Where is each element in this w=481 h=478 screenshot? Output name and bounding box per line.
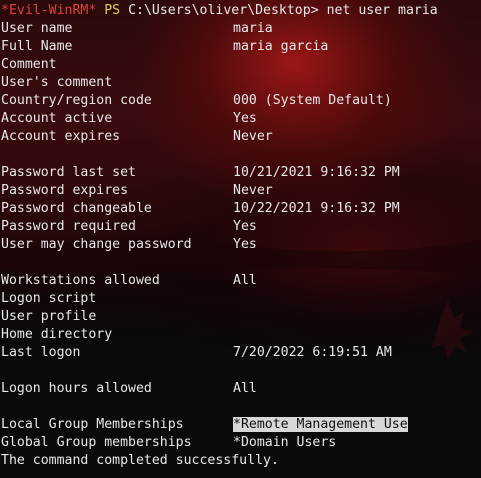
prompt-command[interactable]: net user maria: [327, 3, 438, 18]
output-row: User's comment: [1, 74, 438, 92]
output-row: Password changeable 10/22/2021 9:16:32 PM: [1, 200, 438, 218]
terminal-output: *Evil-WinRM* PS C:\Users\oliver\Desktop>…: [1, 2, 438, 470]
field-label: Home directory: [1, 327, 113, 342]
output-row: Password expires Never: [1, 182, 438, 200]
field-label: Account active: [1, 111, 113, 126]
field-label: User may change password: [1, 237, 192, 252]
field-value: maria garcia: [233, 39, 329, 54]
prompt-ps: PS: [104, 3, 121, 18]
prompt-path: C:\Users\oliver\Desktop>: [128, 3, 319, 18]
output-row: Password last set 10/21/2021 9:16:32 PM: [1, 164, 438, 182]
field-label: Country/region code: [1, 93, 152, 108]
field-value: All: [233, 273, 257, 288]
field-label: Last logon: [1, 345, 81, 360]
field-label: User profile: [1, 309, 97, 324]
field-value: 7/20/2022 6:19:51 AM: [233, 345, 392, 360]
field-label: Logon hours allowed: [1, 381, 152, 396]
output-row: Last logon 7/20/2022 6:19:51 AM: [1, 344, 438, 362]
field-value: Never: [233, 183, 273, 198]
prompt-line: *Evil-WinRM* PS C:\Users\oliver\Desktop>…: [1, 2, 438, 20]
output-row: Country/region code 000 (System Default): [1, 92, 438, 110]
output-row: User name maria: [1, 20, 438, 38]
output-row: Full Name maria garcia: [1, 38, 438, 56]
field-label: Global Group memberships: [1, 435, 192, 450]
output-row: User may change password Yes: [1, 236, 438, 254]
field-value: *Remote Management Use: [233, 417, 408, 432]
output-row: Local Group Memberships *Remote Managemen…: [1, 416, 438, 434]
field-label: Account expires: [1, 129, 121, 144]
field-value: Yes: [233, 219, 257, 234]
field-label: Comment: [1, 57, 57, 72]
tree-silhouette-icon: [432, 300, 474, 360]
field-value: 10/21/2021 9:16:32 PM: [233, 165, 400, 180]
field-value: maria: [233, 21, 273, 36]
net-user-output: User name maria Full Name maria garcia Comme…: [1, 20, 438, 452]
field-value: Yes: [233, 111, 257, 126]
output-row: Logon hours allowed All: [1, 380, 438, 398]
field-label: Password last set: [1, 165, 136, 180]
output-row: [1, 254, 438, 272]
field-value: 10/22/2021 9:16:32 PM: [233, 201, 400, 216]
field-label: User's comment: [1, 75, 113, 90]
output-row: Global Group memberships *Domain Users: [1, 434, 438, 452]
output-row: [1, 362, 438, 380]
output-row: Account expires Never: [1, 128, 438, 146]
field-label: Password required: [1, 219, 136, 234]
output-row: Home directory: [1, 326, 438, 344]
terminal-window[interactable]: *Evil-WinRM* PS C:\Users\oliver\Desktop>…: [0, 0, 481, 478]
field-label: Local Group Memberships: [1, 417, 184, 432]
field-value: 000 (System Default): [233, 93, 392, 108]
field-label: Password expires: [1, 183, 129, 198]
field-label: Workstations allowed: [1, 273, 160, 288]
field-value: All: [233, 381, 257, 396]
output-row: Password required Yes: [1, 218, 438, 236]
field-value: Yes: [233, 237, 257, 252]
field-value: *Domain Users: [233, 435, 337, 450]
footer-line: The command completed successfully.: [1, 453, 279, 468]
output-row: Account active Yes: [1, 110, 438, 128]
field-value: Never: [233, 129, 273, 144]
field-label: Full Name: [1, 39, 73, 54]
output-row: [1, 146, 438, 164]
field-label: Logon script: [1, 291, 97, 306]
output-row: Workstations allowed All: [1, 272, 438, 290]
field-label: User name: [1, 21, 73, 36]
output-row: User profile: [1, 308, 438, 326]
field-label: Password changeable: [1, 201, 152, 216]
output-row: [1, 398, 438, 416]
prompt-tag: *Evil-WinRM*: [1, 3, 97, 18]
output-row: Logon script: [1, 290, 438, 308]
output-row: Comment: [1, 56, 438, 74]
